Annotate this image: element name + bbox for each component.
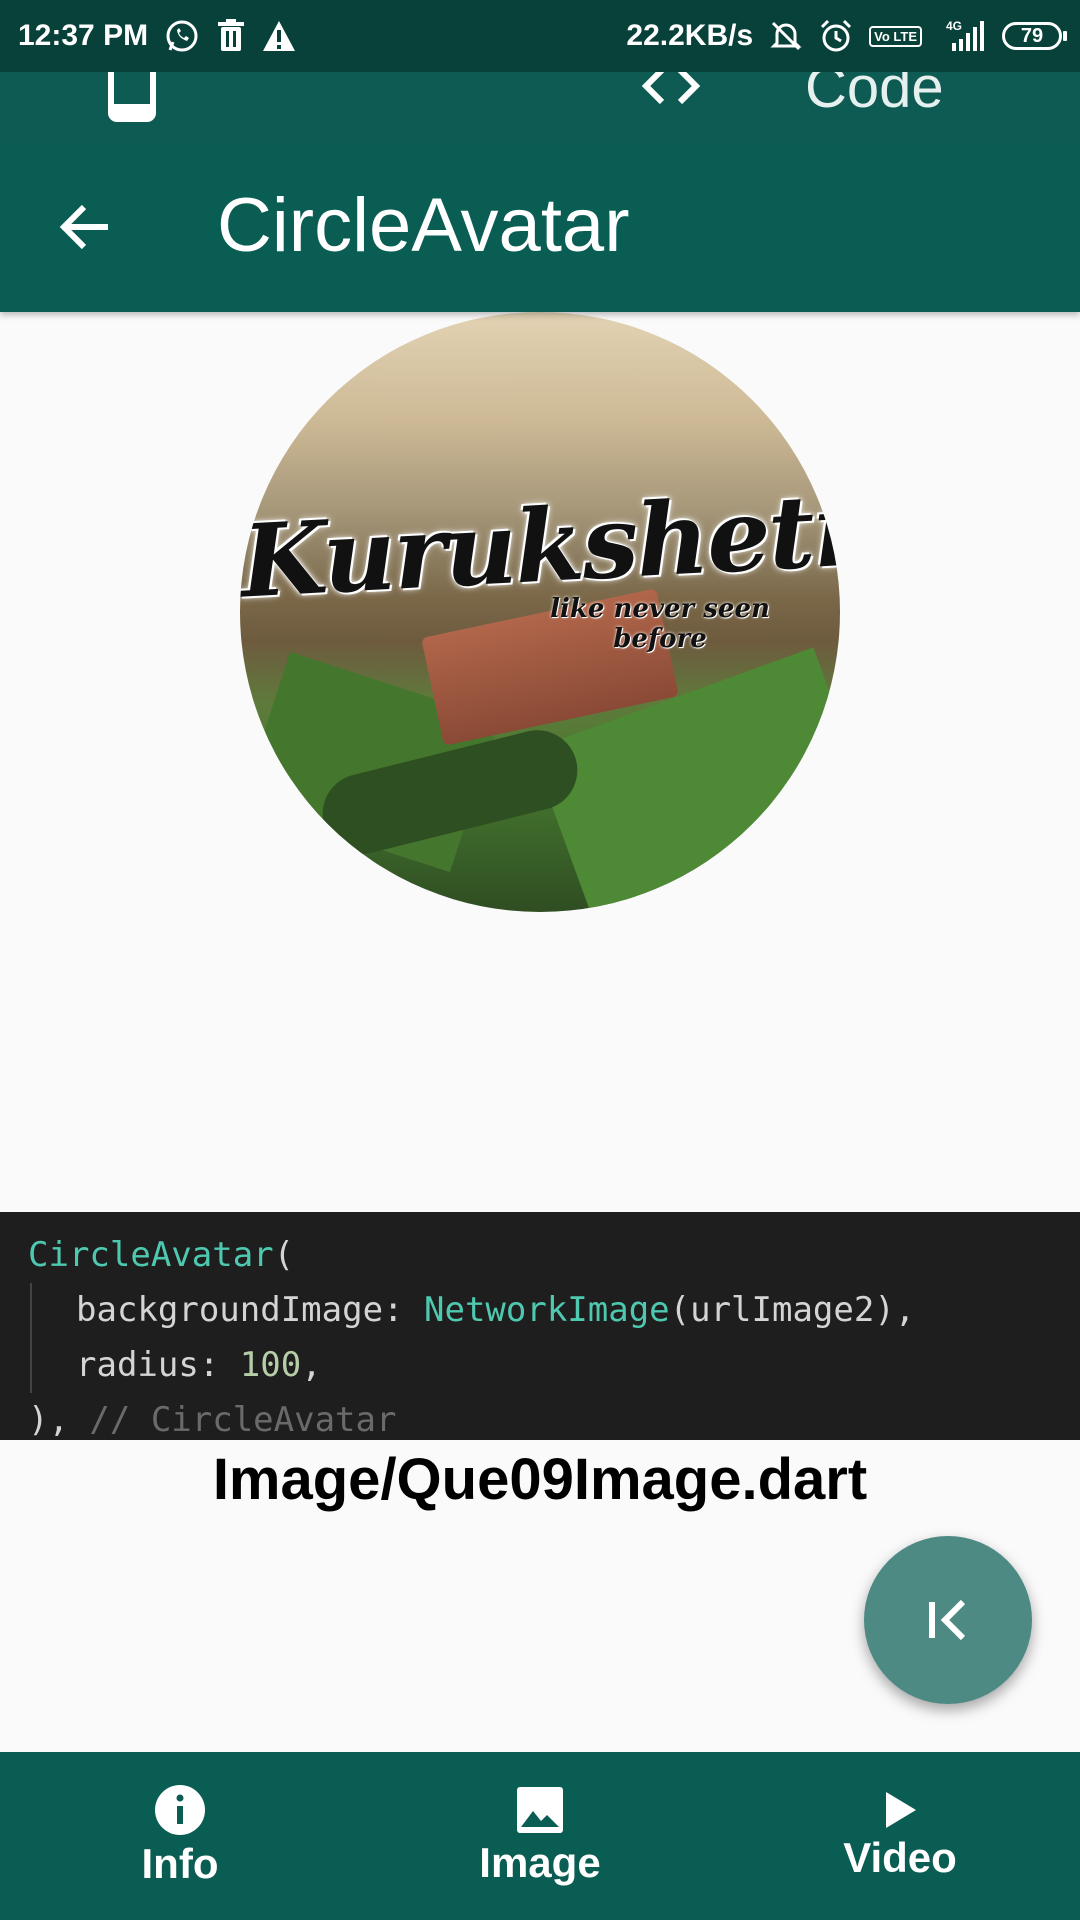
delete-icon [216, 19, 246, 53]
preview-code-tabbar: Preview Code [0, 23, 1080, 144]
code-comment: // CircleAvatar [89, 1400, 397, 1440]
code-prop-backgroundimage: backgroundImage: [76, 1290, 424, 1330]
whatsapp-icon [164, 18, 200, 54]
nav-item-image[interactable]: Image [390, 1785, 690, 1887]
code-icon [641, 67, 701, 105]
code-line-1: CircleAvatar( [28, 1228, 1080, 1283]
image-icon [517, 1787, 563, 1833]
network-type: 4G [946, 19, 962, 33]
status-bar: 12:37 PM 22.2KB/s Vo LTE 4G 79 [0, 0, 1080, 72]
code-line-3: radius: 100, [30, 1338, 1080, 1393]
code-args: (urlImage2), [669, 1290, 916, 1330]
bottom-navigation: Info Image Video [0, 1752, 1080, 1920]
alarm-icon [819, 19, 853, 53]
tab-code[interactable] [640, 66, 702, 111]
net-speed: 22.2KB/s [626, 19, 754, 52]
back-button[interactable] [52, 194, 118, 260]
code-class-circleavatar: CircleAvatar [28, 1235, 274, 1275]
bell-off-icon [769, 19, 803, 53]
status-time: 12:37 PM [18, 19, 149, 52]
arrow-back-icon [59, 204, 108, 250]
file-path-caption: Image/Que09Image.dart [212, 1447, 868, 1512]
info-icon [155, 1785, 205, 1835]
nav-item-video[interactable]: Video [750, 1790, 1050, 1882]
code-snippet: CircleAvatar( backgroundImage: NetworkIm… [0, 1212, 1080, 1440]
warning-icon [262, 20, 296, 52]
play-icon [886, 1792, 916, 1828]
signal-icon: 4G [938, 19, 986, 53]
code-prop-radius: radius: [76, 1345, 240, 1385]
code-paren-open: ( [273, 1235, 295, 1275]
battery-icon: 79 [1002, 22, 1067, 50]
code-class-networkimage: NetworkImage [424, 1290, 670, 1330]
nav-item-info[interactable]: Info [30, 1784, 330, 1888]
code-comma: , [301, 1345, 322, 1385]
volte-icon: Vo LTE [869, 25, 922, 47]
back-fab-button[interactable] [864, 1536, 1032, 1704]
code-num-radius: 100 [239, 1345, 302, 1385]
page-title: CircleAvatar [217, 183, 630, 268]
code-paren-close: ), [28, 1400, 90, 1440]
nav-label-info: Info [141, 1840, 219, 1887]
nav-label-image: Image [479, 1839, 601, 1886]
circle-avatar-image: Kurukshetra like never seen before [240, 312, 840, 912]
code-line-2: backgroundImage: NetworkImage(urlImage2)… [30, 1283, 1080, 1338]
avatar-tagline: like never seen before [550, 594, 770, 654]
battery-level: 79 [1020, 24, 1044, 47]
skip-previous-icon [929, 1599, 966, 1641]
nav-label-video: Video [843, 1834, 957, 1881]
app-bar: CircleAvatar [0, 144, 1080, 312]
